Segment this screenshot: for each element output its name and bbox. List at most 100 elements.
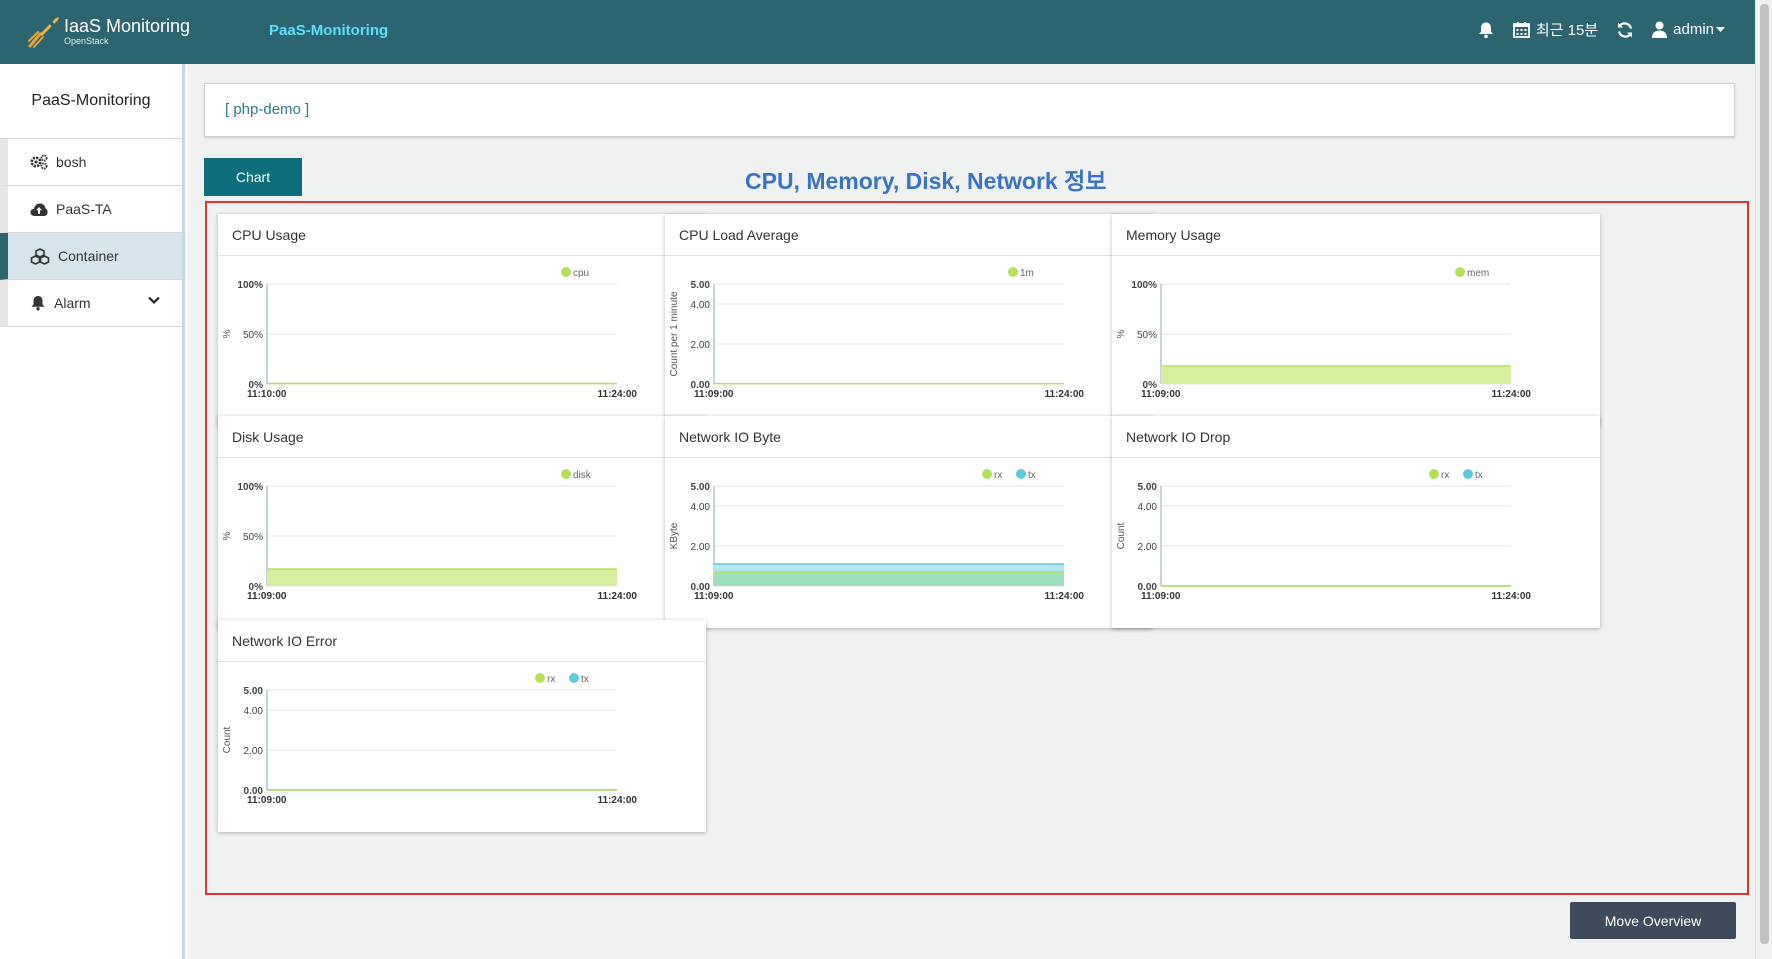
y-tick-label: 100% [237, 482, 263, 493]
chart-panel-cpu-load-average: CPU Load Average 0.00 2.00 4.00 5.00 Count p… [665, 214, 1153, 426]
legend-label-tx: tx [1475, 470, 1483, 481]
chart-title: Memory Usage [1112, 214, 1600, 256]
x-tick-label: 11:24:00 [1045, 389, 1085, 400]
sidebar-item-paas-ta[interactable]: PaaS-TA [0, 186, 182, 233]
legend-marker-tx [1016, 469, 1026, 479]
top-bar: IaaS Monitoring OpenStack PaaS-Monitorin… [0, 0, 1755, 64]
brand-subtitle: OpenStack [64, 36, 109, 46]
y-axis-label: Count [1116, 522, 1127, 549]
cubes-icon [30, 247, 50, 265]
header-tools: 최근 15분 admin [1459, 19, 1725, 40]
y-tick-label: 5.00 [691, 280, 711, 291]
series-area-rx [714, 572, 1064, 586]
memory-usage-chart: 0%50%100%%11:09:00 11:24:00mem [1116, 267, 1532, 400]
y-tick-label: 50% [1137, 330, 1157, 341]
legend-label-1m: 1m [1020, 268, 1034, 279]
y-axis-label: % [222, 329, 233, 338]
y-tick-label: 5.00 [1138, 482, 1158, 493]
refresh-icon [1618, 21, 1633, 38]
user-icon [1652, 21, 1668, 38]
chart-title: CPU Usage [218, 214, 706, 256]
y-axis-label: Count per 1 minute [669, 291, 680, 376]
y-tick-label: 100% [237, 280, 263, 291]
top-nav-paas-monitoring[interactable]: PaaS-Monitoring [269, 22, 388, 39]
app-name-box: [ php-demo ] [204, 83, 1735, 137]
legend-label-rx: rx [994, 470, 1002, 481]
refresh-button[interactable] [1616, 21, 1634, 39]
notification-button[interactable] [1477, 21, 1495, 39]
y-tick-label: 4.00 [244, 706, 264, 717]
y-tick-label: 5.00 [691, 482, 711, 493]
x-tick-label: 11:24:00 [598, 795, 638, 806]
legend-marker-tx [1463, 469, 1473, 479]
chart-panel-cpu-usage: CPU Usage 0% 50% 100%% 11:10:00 11:24:00 cpu [218, 214, 706, 426]
move-overview-button[interactable]: Move Overview [1570, 902, 1736, 939]
user-name: admin [1673, 21, 1714, 38]
y-axis-label: Count [222, 726, 233, 753]
y-tick-label: 100% [1131, 280, 1157, 291]
x-tick-label: 11:09:00 [247, 591, 287, 602]
user-menu[interactable]: admin [1652, 21, 1725, 38]
sidebar-title: PaaS-Monitoring [0, 64, 182, 139]
legend-marker-disk [561, 469, 571, 479]
legend-label-rx: rx [547, 674, 555, 685]
legend-marker-rx [1429, 469, 1439, 479]
chart-panel-network-io-drop: Network IO Drop 0.00 2.00 4.00 5.00 Count 11:… [1112, 416, 1600, 628]
disk-usage-chart: 0%50%100%%11:09:00 11:24:00disk [222, 469, 638, 602]
x-tick-label: 11:24:00 [1492, 591, 1532, 602]
sidebar-item-label: PaaS-TA [56, 201, 112, 217]
legend-label-mem: mem [1467, 268, 1489, 279]
legend-marker-rx [535, 673, 545, 683]
sidebar-item-label: Container [58, 248, 119, 264]
legend-marker-1m [1008, 267, 1018, 277]
cloud-upload-icon [30, 203, 48, 216]
chart-title: Network IO Drop [1112, 416, 1600, 458]
y-tick-label: 2.00 [1138, 542, 1158, 553]
y-axis-label: % [222, 531, 233, 540]
x-tick-label: 11:24:00 [598, 591, 638, 602]
x-tick-label: 11:09:00 [1141, 389, 1181, 400]
scrollbar-thumb[interactable] [1760, 4, 1769, 944]
main-content: [ php-demo ] Chart CPU, Memory, Disk, Ne… [188, 64, 1755, 959]
time-range-selector[interactable]: 최근 15분 [1512, 19, 1599, 40]
bell-icon [1478, 22, 1493, 38]
chart-title: Network IO Byte [665, 416, 1153, 458]
time-range-label: 최근 15분 [1535, 22, 1599, 39]
legend-label-tx: tx [581, 674, 589, 685]
y-axis-label: KByte [669, 522, 680, 549]
legend-marker-tx [569, 673, 579, 683]
x-tick-label: 11:09:00 [247, 795, 287, 806]
y-tick-label: 50% [243, 532, 263, 543]
x-tick-label: 11:24:00 [1045, 591, 1085, 602]
sidebar-item-label: bosh [56, 154, 87, 170]
x-tick-label: 11:09:00 [694, 389, 734, 400]
network-io-error-chart: 0.002.004.005.00Count11:09:00 11:24:00rx t… [222, 673, 638, 806]
sidebar-item-alarm[interactable]: Alarm [0, 280, 182, 327]
network-io-byte-chart: 0.002.004.005.00KByte11:09:00 11:24:00rx t… [669, 469, 1085, 602]
y-tick-label: 2.00 [691, 340, 711, 351]
legend-label-cpu: cpu [573, 268, 589, 279]
caret-down-icon [1716, 26, 1725, 32]
cpu-load-average-chart: 0.002.004.005.00Count per 1 minute11:09:… [669, 267, 1085, 400]
series-area-mem [1161, 366, 1511, 384]
sidebar-item-container[interactable]: Container [0, 233, 182, 280]
chart-tab-button[interactable]: Chart [204, 158, 302, 196]
vertical-scrollbar[interactable] [1755, 0, 1772, 959]
brand-title: IaaS Monitoring [64, 16, 191, 36]
y-tick-label: 2.00 [244, 746, 264, 757]
y-tick-label: 4.00 [691, 300, 711, 311]
sidebar-item-bosh[interactable]: bosh [0, 139, 182, 186]
y-axis-label: % [1116, 329, 1127, 338]
legend-marker-mem [1455, 267, 1465, 277]
section-title: CPU, Memory, Disk, Network 정보 [745, 168, 1107, 194]
chevron-down-icon[interactable] [148, 296, 160, 305]
cpu-usage-chart: 0%50%100%%11:10:00 11:24:00cpu [222, 267, 637, 400]
y-tick-label: 50% [243, 330, 263, 341]
chart-panel-memory-usage: Memory Usage 0% 50% 100%% 11:09:00 11:24:00 m… [1112, 214, 1600, 426]
x-tick-label: 11:24:00 [1492, 389, 1532, 400]
legend-label-rx: rx [1441, 470, 1449, 481]
chart-panel-network-io-byte: Network IO Byte 0.00 2.00 4.00 5.00 KByte 11:… [665, 416, 1153, 628]
x-tick-label: 11:10:00 [247, 389, 287, 400]
rocket-logo-icon[interactable] [26, 14, 62, 50]
x-tick-label: 11:09:00 [1141, 591, 1181, 602]
